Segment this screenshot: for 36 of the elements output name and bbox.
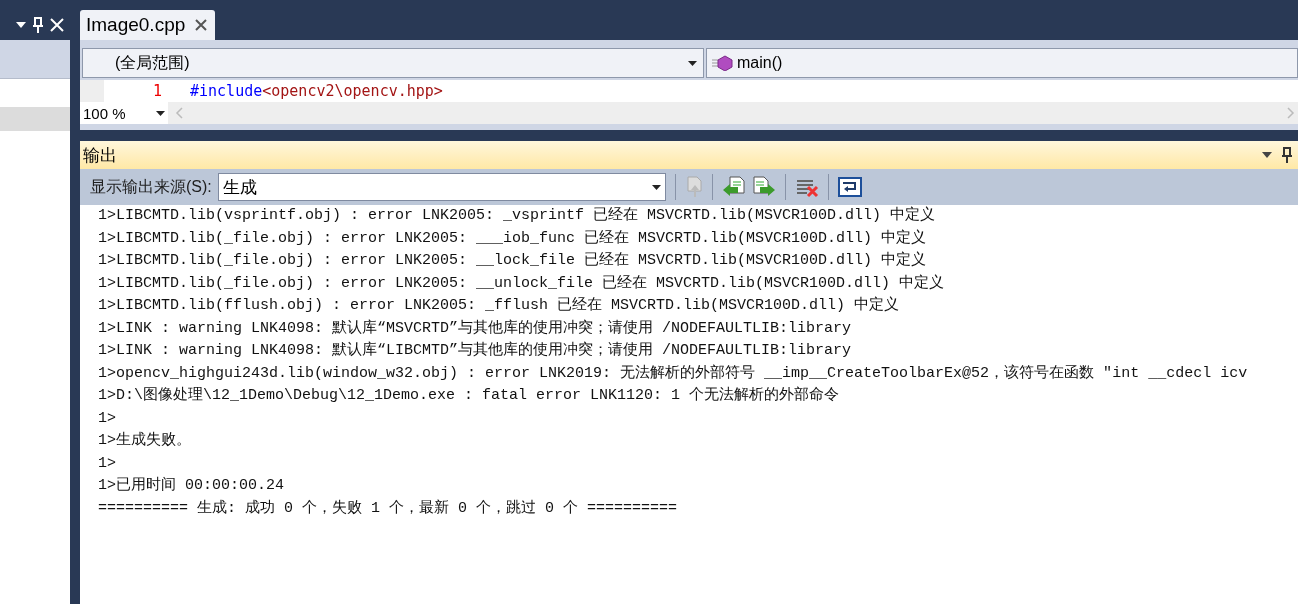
method-icon [711,55,733,71]
word-wrap-icon[interactable] [837,177,862,197]
pin-icon[interactable] [1282,147,1292,163]
caret-icon [651,184,661,190]
output-line: 1>LINK : warning LNK4098: 默认库“MSVCRTD”与其他库的使用冲突；请使用 /NODEFAULTLIB:library [98,318,852,339]
output-line: 1>LIBCMTD.lib(vsprintf.obj) : error LNK2005: _vsprintf 已经在 MSVCRTD.lib(MSVCR100D.dll) 中定义 [98,205,936,226]
line-number: 1 [151,82,163,100]
output-line: 1>LIBCMTD.lib(_file.obj) : error LNK2005: __lock_file 已经在 MSVCRTD.lib(MSVCR100D.dll) 中定义 [98,250,927,271]
output-line: 1>opencv_highgui243d.lib(window_w32.obj) : error LNK2019: 无法解析的外部符号 __imp__CreateToolbarEx@52，该符号在函数 "int __cdecl icv [98,363,1248,384]
output-line: ========== 生成: 成功 0 个，失败 1 个，最新 0 个，跳过 0 个 ========== [98,498,678,519]
panel-header [0,40,70,79]
document-right-arrow-icon[interactable] [751,176,776,198]
dropdown-icon[interactable] [1262,152,1272,158]
output-line: 1>LIBCMTD.lib(_file.obj) : error LNK2005: __unlock_file 已经在 MSVCRTD.lib(MSVCR100D.dll) 中定义 [98,273,945,294]
source-dropdown[interactable]: 生成 [217,173,666,201]
scope-dropdown[interactable]: (全局范围) [82,48,704,78]
output-line: 1>已用时间 00:00:00.24 [98,475,285,496]
source-label: 显示输出来源(S): [90,176,212,197]
output-line: 1>LIBCMTD.lib(fflush.obj) : error LNK2005: _fflush 已经在 MSVCRTD.lib(MSVCR100D.dll) 中定义 [98,295,900,316]
output-line: 1> [98,408,116,429]
output-line: 1> [98,453,116,474]
output-line: 1>生成失败。 [98,430,191,451]
code-line: #include<opencv2\opencv.hpp> [190,82,443,100]
output-line: 1>LINK : warning LNK4098: 默认库“LIBCMTD”与其他库的使用冲突；请使用 /NODEFAULTLIB:library [98,340,852,361]
caret-icon [688,60,697,66]
editor-margin [80,80,104,102]
panel-title: 输出 [83,144,117,167]
output-line: 1>LIBCMTD.lib(_file.obj) : error LNK2005: ___iob_func 已经在 MSVCRTD.lib(MSVCR100D.dll) 中定义 [98,228,927,249]
close-icon[interactable] [195,19,208,31]
member-dropdown[interactable]: main() [706,48,1298,78]
caret-icon [156,110,165,116]
document-left-arrow-icon[interactable] [721,176,746,198]
file-tab[interactable]: Image0.cpp [80,10,216,40]
dropdown-icon[interactable] [16,22,26,28]
zoom-dropdown[interactable]: 100 % [80,102,168,124]
output-line: 1>D:\图像处理\12_1Demo\Debug\12_1Demo.exe : fatal error LNK1120: 1 个无法解析的外部命令 [98,385,840,406]
